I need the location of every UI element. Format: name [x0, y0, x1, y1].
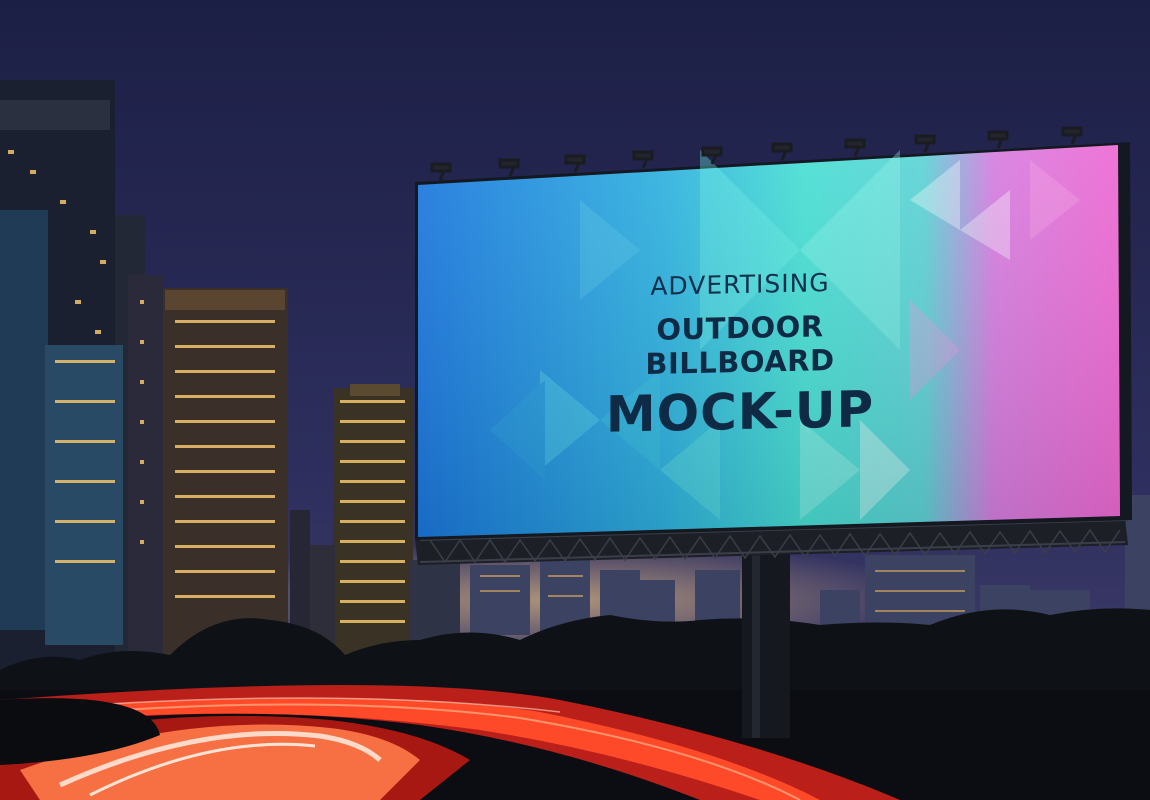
billboard-scene: ADVERTISING OUTDOOR BILLBOARD MOCK-UP [0, 0, 1150, 800]
billboard-text: ADVERTISING OUTDOOR BILLBOARD MOCK-UP [560, 266, 920, 445]
glass-tower [45, 345, 123, 645]
billboard-headline-small: ADVERTISING [650, 268, 830, 301]
billboard-pole [742, 548, 790, 738]
billboard-headline-medium: OUTDOOR BILLBOARD [645, 309, 835, 381]
billboard-headline-large: MOCK-UP [605, 380, 875, 444]
building-mid-left [128, 275, 288, 678]
